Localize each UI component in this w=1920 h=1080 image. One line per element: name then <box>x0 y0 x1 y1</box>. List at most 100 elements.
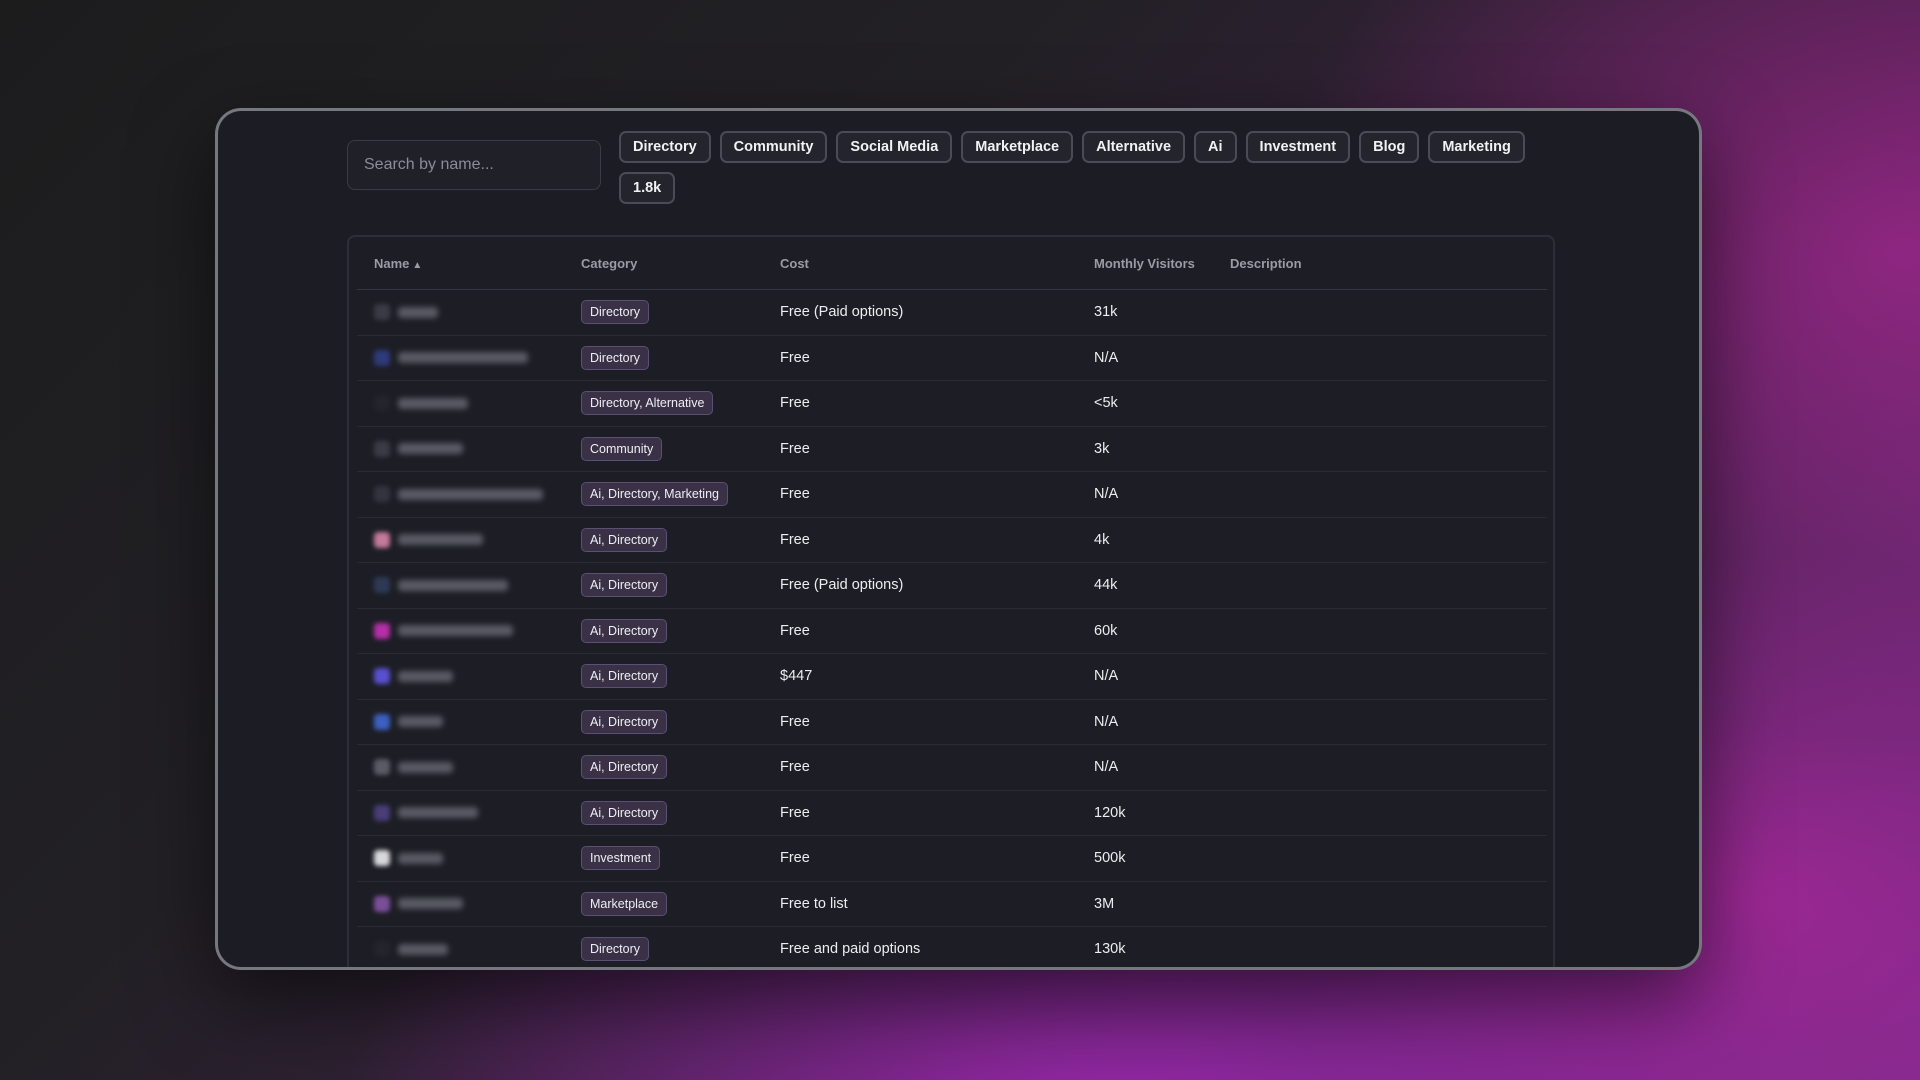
description-cell <box>1230 744 1547 791</box>
table-row[interactable]: Ai, Directory Free 4k <box>357 517 1547 563</box>
toolbar: DirectoryCommunitySocial MediaMarketplac… <box>347 131 1547 231</box>
blurred-name[interactable] <box>398 306 438 318</box>
description-cell <box>1230 517 1547 563</box>
name-cell-content <box>357 440 581 457</box>
category-badge: Community <box>581 436 663 461</box>
blurred-name[interactable] <box>398 352 528 364</box>
table-row[interactable]: Ai, Directory Free (Paid options) 44k <box>357 562 1547 609</box>
filter-chip[interactable]: Alternative <box>1082 131 1186 163</box>
filter-chip[interactable]: Marketplace <box>961 131 1074 163</box>
description-cell <box>1230 426 1547 472</box>
description-cell <box>1230 926 1547 967</box>
visitors-cell: <5k <box>1094 380 1230 427</box>
column-header-visitors[interactable]: Monthly Visitors <box>1094 237 1230 290</box>
table-row[interactable]: Ai, Directory Free N/A <box>357 699 1547 745</box>
cost-cell: Free <box>780 517 1094 563</box>
column-header-description[interactable]: Description <box>1230 237 1547 290</box>
visitors-cell: 60k <box>1094 608 1230 654</box>
name-cell <box>357 835 581 882</box>
avatar <box>374 622 390 639</box>
name-cell-content <box>357 349 581 366</box>
category-badge: Directory <box>581 300 650 325</box>
name-cell <box>357 699 581 745</box>
table-row[interactable]: Ai, Directory Free 60k <box>357 608 1547 654</box>
name-cell <box>357 790 581 836</box>
search-input[interactable] <box>347 140 601 190</box>
filter-chip[interactable]: Blog <box>1359 131 1420 163</box>
category-cell: Ai, Directory <box>581 699 780 745</box>
blurred-name[interactable] <box>398 397 468 409</box>
blurred-name[interactable] <box>398 579 508 591</box>
blurred-name[interactable] <box>398 761 453 773</box>
table-row[interactable]: Directory, Alternative Free <5k <box>357 380 1547 427</box>
table-row[interactable]: Marketplace Free to list 3M <box>357 881 1547 927</box>
category-badge: Ai, Directory <box>581 755 668 780</box>
category-badge: Ai, Directory <box>581 618 668 643</box>
table-row[interactable]: Directory Free (Paid options) 31k <box>357 289 1547 336</box>
blurred-name[interactable] <box>398 852 443 864</box>
avatar <box>374 895 390 912</box>
table-row[interactable]: Ai, Directory Free N/A <box>357 744 1547 791</box>
table-body: Directory Free (Paid options) 31k Directory… <box>357 289 1547 967</box>
visitors-cell: 130k <box>1094 926 1230 967</box>
column-header-cost[interactable]: Cost <box>780 237 1094 290</box>
name-cell <box>357 289 581 336</box>
filter-chip[interactable]: Ai <box>1194 131 1237 163</box>
name-cell-content <box>357 668 581 685</box>
blurred-name[interactable] <box>398 443 463 455</box>
avatar <box>374 668 390 685</box>
name-cell <box>357 653 581 700</box>
column-header-name[interactable]: Name ▲ <box>357 237 581 290</box>
name-cell-content <box>357 531 581 548</box>
filter-chip[interactable]: Marketing <box>1428 131 1525 163</box>
name-cell <box>357 881 581 927</box>
name-cell-content <box>357 395 581 412</box>
filter-chip[interactable]: Investment <box>1245 131 1351 163</box>
table-row[interactable]: Investment Free 500k <box>357 835 1547 882</box>
description-cell <box>1230 380 1547 427</box>
table-row[interactable]: Directory Free and paid options 130k <box>357 926 1547 967</box>
cost-cell: Free <box>780 608 1094 654</box>
filter-chip[interactable]: 1.8k <box>619 172 676 204</box>
visitors-cell: 44k <box>1094 562 1230 609</box>
filter-chip[interactable]: Social Media <box>836 131 953 163</box>
name-cell <box>357 335 581 381</box>
category-cell: Directory <box>581 926 780 967</box>
visitors-cell: 3k <box>1094 426 1230 472</box>
cost-cell: Free <box>780 699 1094 745</box>
name-cell-content <box>357 713 581 730</box>
filter-chip[interactable]: Directory <box>619 131 711 163</box>
avatar <box>374 804 390 821</box>
cost-cell: Free (Paid options) <box>780 289 1094 336</box>
filter-chip[interactable]: Community <box>719 131 828 163</box>
column-header-name-label: Name <box>374 255 410 271</box>
category-cell: Directory, Alternative <box>581 380 780 427</box>
category-cell: Marketplace <box>581 881 780 927</box>
blurred-name[interactable] <box>398 670 453 682</box>
name-cell <box>357 517 581 563</box>
blurred-name[interactable] <box>398 534 483 546</box>
table-row[interactable]: Ai, Directory, Marketing Free N/A <box>357 471 1547 518</box>
table-row[interactable]: Community Free 3k <box>357 426 1547 472</box>
blurred-name[interactable] <box>398 807 478 819</box>
description-cell <box>1230 471 1547 518</box>
blurred-name[interactable] <box>398 488 543 500</box>
cost-cell: Free <box>780 471 1094 518</box>
blurred-name[interactable] <box>398 898 463 910</box>
table-row[interactable]: Ai, Directory Free 120k <box>357 790 1547 836</box>
name-cell-content <box>357 895 581 912</box>
table-row[interactable]: Directory Free N/A <box>357 335 1547 381</box>
blurred-name[interactable] <box>398 943 448 955</box>
visitors-cell: N/A <box>1094 699 1230 745</box>
name-cell <box>357 562 581 609</box>
name-cell <box>357 744 581 791</box>
blurred-name[interactable] <box>398 625 513 637</box>
description-cell <box>1230 790 1547 836</box>
avatar <box>374 349 390 366</box>
visitors-cell: 4k <box>1094 517 1230 563</box>
blurred-name[interactable] <box>398 716 443 728</box>
table-row[interactable]: Ai, Directory $447 N/A <box>357 653 1547 700</box>
category-badge: Ai, Directory <box>581 527 668 552</box>
column-header-category[interactable]: Category <box>581 237 780 290</box>
description-cell <box>1230 289 1547 336</box>
